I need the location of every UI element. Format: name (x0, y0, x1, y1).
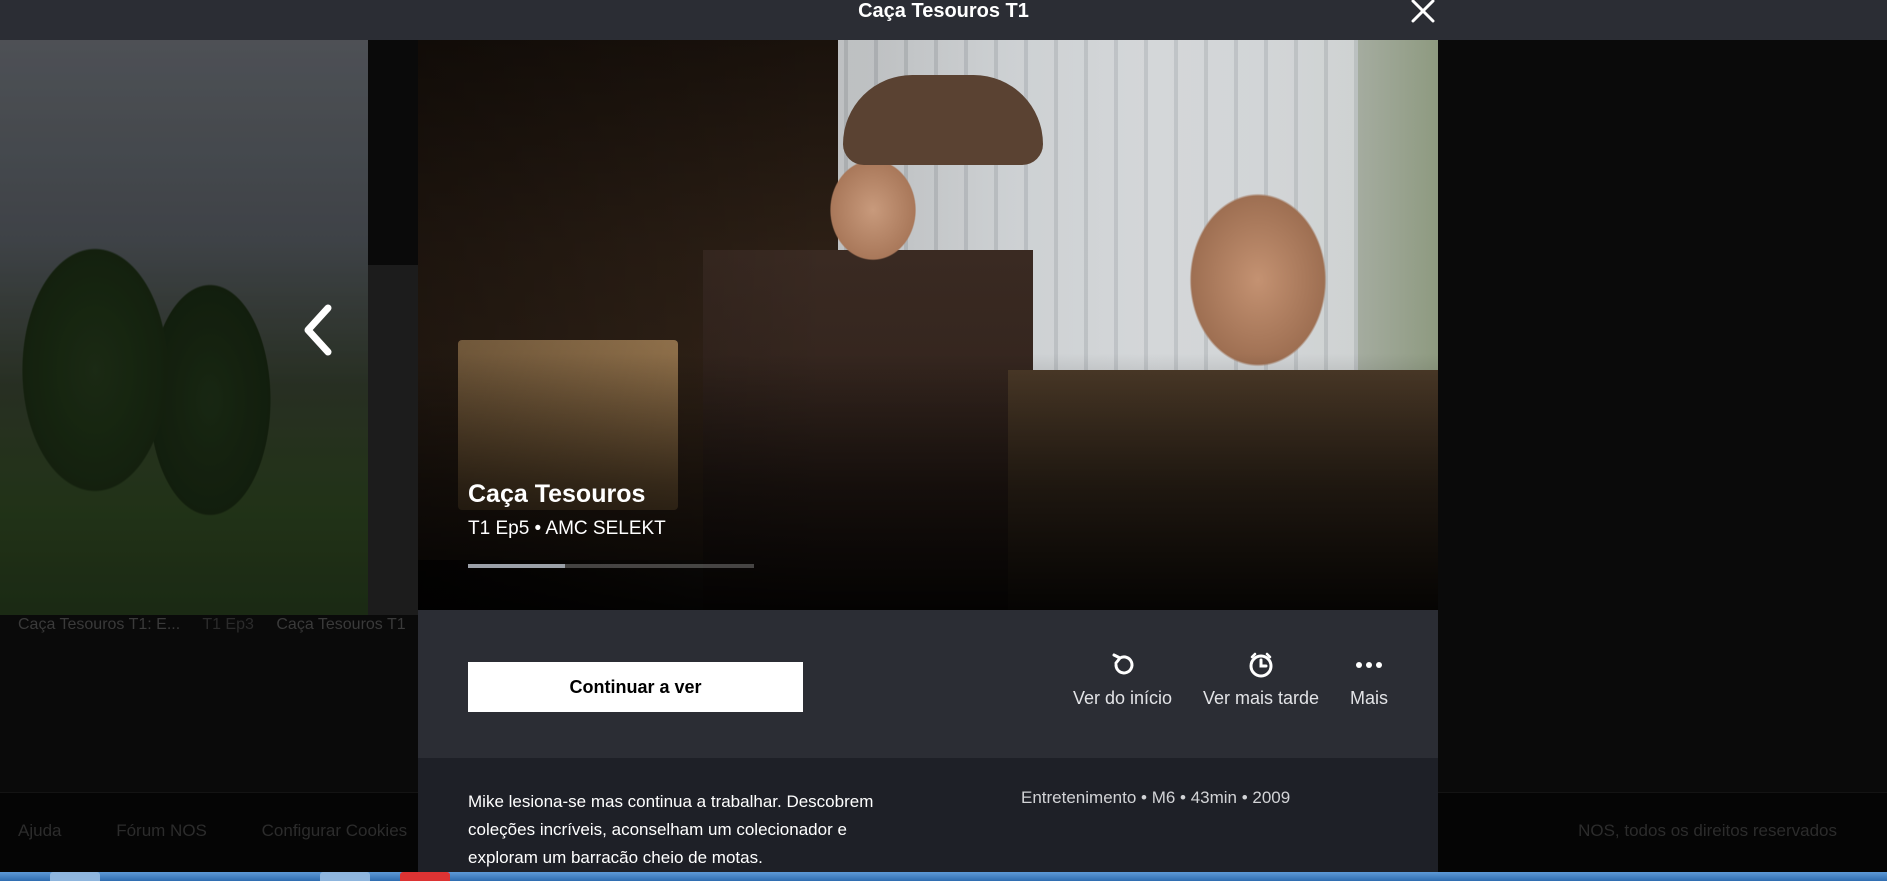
taskbar-icon[interactable] (50, 872, 100, 881)
background-captions: Caça Tesouros T1: E... T1 Ep3 Caça Tesou… (18, 616, 424, 634)
episode-meta: Entretenimento • M6 • 43min • 2009 (1021, 788, 1291, 807)
previous-arrow-button[interactable] (296, 300, 340, 360)
episode-hero-image: Caça Tesouros T1 Ep5 • AMC SELEKT (418, 40, 1438, 610)
taskbar-icon[interactable] (320, 872, 370, 881)
footer-link-forum[interactable]: Fórum NOS (116, 821, 207, 840)
episode-thumbnail-partial[interactable] (368, 265, 418, 615)
watch-later-button[interactable]: Ver mais tarde (1203, 650, 1319, 709)
os-taskbar (0, 872, 1887, 881)
more-icon (1356, 662, 1382, 668)
replay-icon (1112, 653, 1134, 675)
episode-description: Mike lesiona-se mas continua a trabalhar… (468, 792, 874, 867)
caption-1[interactable]: Caça Tesouros T1: E... (18, 616, 180, 633)
watch-later-icon (1249, 652, 1273, 678)
taskbar-icon[interactable] (400, 872, 450, 881)
restart-button[interactable]: Ver do início (1073, 650, 1172, 709)
watch-progress-bar (468, 564, 754, 568)
page-title: Caça Tesouros T1 (858, 0, 1029, 22)
footer-link-ajuda[interactable]: Ajuda (18, 821, 61, 840)
episode-modal: Caça Tesouros T1 Ep5 • AMC SELEKT Contin… (418, 40, 1438, 881)
continue-watching-button[interactable]: Continuar a ver (468, 662, 803, 712)
episode-details: Mike lesiona-se mas continua a trabalhar… (418, 758, 1438, 881)
chevron-left-icon (304, 304, 332, 356)
show-title: Caça Tesouros (468, 480, 646, 508)
episode-subtitle: T1 Ep5 • AMC SELEKT (468, 518, 666, 539)
footer-link-cookies[interactable]: Configurar Cookies (262, 821, 408, 840)
watch-progress-fill (468, 564, 566, 568)
footer-copyright: NOS, todos os direitos reservados (1578, 821, 1837, 840)
restart-label: Ver do início (1073, 688, 1173, 708)
more-button[interactable]: Mais (1350, 650, 1388, 709)
more-label: Mais (1350, 688, 1389, 708)
top-bar: Caça Tesouros T1 (0, 0, 1887, 40)
close-icon (1411, 0, 1435, 23)
action-bar: Continuar a ver Ver do início Ver mais t… (418, 610, 1438, 758)
caption-2: T1 Ep3 (202, 616, 254, 633)
caption-3[interactable]: Caça Tesouros T1 (276, 616, 405, 633)
close-button[interactable] (1409, 0, 1437, 24)
watch-later-label: Ver mais tarde (1203, 688, 1320, 708)
